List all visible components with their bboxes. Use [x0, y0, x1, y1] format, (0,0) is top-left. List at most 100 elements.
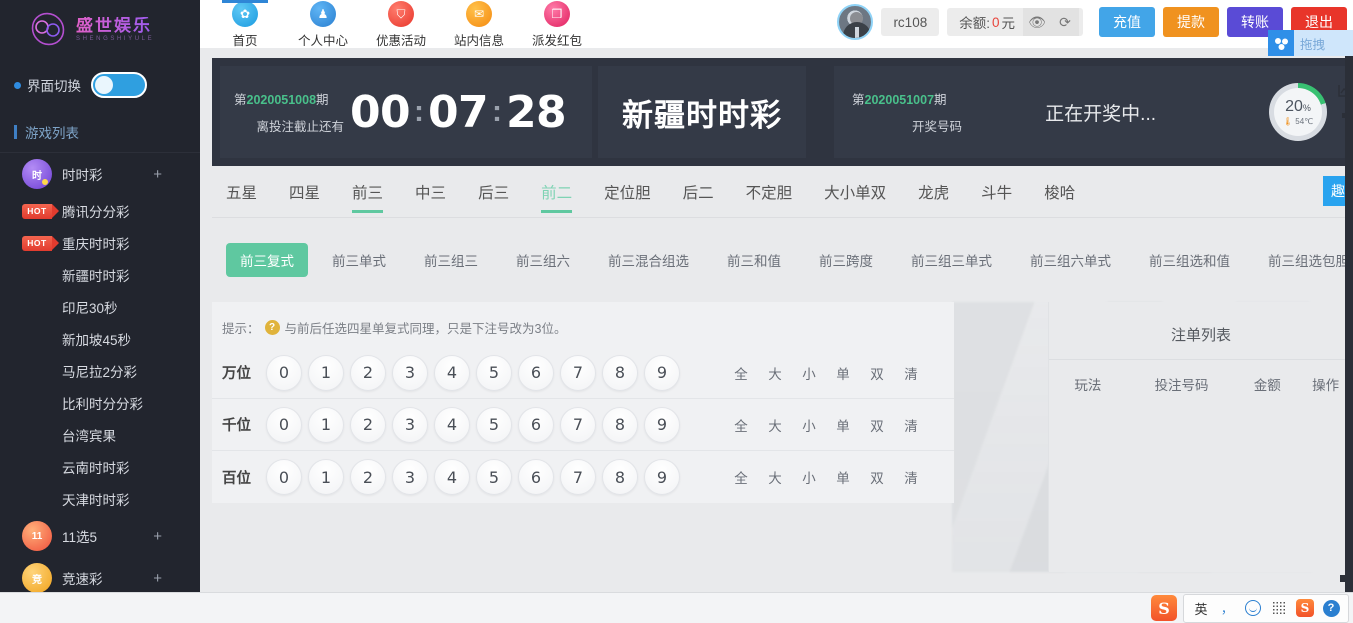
ball-8[interactable]: 8: [602, 407, 638, 443]
ime-mode-chinese[interactable]: 英: [1188, 597, 1214, 619]
ball-1[interactable]: 1: [308, 459, 344, 495]
ime-keyboard-icon[interactable]: [1266, 597, 1292, 619]
quick-all[interactable]: 全: [724, 467, 758, 487]
quick-small[interactable]: 小: [792, 467, 826, 487]
nav-user-center[interactable]: ♟ 个人中心: [284, 0, 362, 49]
ball-6[interactable]: 6: [518, 459, 554, 495]
ball-8[interactable]: 8: [602, 459, 638, 495]
tab-longhu[interactable]: 龙虎: [918, 171, 949, 213]
tab-zhongsan[interactable]: 中三: [415, 171, 446, 213]
quick-odd[interactable]: 单: [826, 363, 860, 383]
subtab-qiansan-fushi[interactable]: 前三复式: [226, 243, 308, 277]
nav-promotions[interactable]: ⛉ 优惠活动: [362, 0, 440, 49]
ball-0[interactable]: 0: [266, 407, 302, 443]
quick-even[interactable]: 双: [860, 363, 894, 383]
ime-help-icon[interactable]: ?: [1318, 597, 1344, 619]
quick-clear[interactable]: 清: [894, 363, 928, 383]
recharge-button[interactable]: 充值: [1099, 7, 1155, 37]
sidebar-group-11x5[interactable]: 11 11选5 +: [0, 515, 200, 557]
sidebar-item-manila2[interactable]: 马尼拉2分彩: [0, 355, 200, 387]
ball-7[interactable]: 7: [560, 459, 596, 495]
subtab-qiansan-zusan[interactable]: 前三组三: [410, 243, 492, 277]
ball-6[interactable]: 6: [518, 355, 554, 391]
interface-switch-toggle[interactable]: [91, 72, 147, 98]
eye-icon[interactable]: 👁: [1023, 8, 1051, 36]
quick-big[interactable]: 大: [758, 363, 792, 383]
quick-clear[interactable]: 清: [894, 467, 928, 487]
sidebar-item-singapore45[interactable]: 新加坡45秒: [0, 323, 200, 355]
sidebar-item-tencent[interactable]: HOT 腾讯分分彩: [0, 195, 200, 227]
quick-all[interactable]: 全: [724, 363, 758, 383]
ball-2[interactable]: 2: [350, 459, 386, 495]
ball-0[interactable]: 0: [266, 459, 302, 495]
ball-0[interactable]: 0: [266, 355, 302, 391]
sidebar-item-taiwan-bingo[interactable]: 台湾宾果: [0, 419, 200, 451]
nav-messages[interactable]: ✉ 站内信息: [440, 0, 518, 49]
tab-dingweidan[interactable]: 定位胆: [604, 171, 651, 213]
ball-5[interactable]: 5: [476, 355, 512, 391]
ball-1[interactable]: 1: [308, 355, 344, 391]
quick-big[interactable]: 大: [758, 415, 792, 435]
ball-2[interactable]: 2: [350, 355, 386, 391]
ball-2[interactable]: 2: [350, 407, 386, 443]
sidebar-item-chongqing[interactable]: HOT 重庆时时彩: [0, 227, 200, 259]
user-avatar[interactable]: [837, 4, 873, 40]
ball-6[interactable]: 6: [518, 407, 554, 443]
subtab-qiansan-zusandanshi[interactable]: 前三组三单式: [897, 243, 1006, 277]
tab-houer[interactable]: 后二: [683, 171, 714, 213]
quick-small[interactable]: 小: [792, 415, 826, 435]
ball-8[interactable]: 8: [602, 355, 638, 391]
withdraw-button[interactable]: 提款: [1163, 7, 1219, 37]
ball-4[interactable]: 4: [434, 407, 470, 443]
sidebar-item-yunnan[interactable]: 云南时时彩: [0, 451, 200, 483]
expand-icon[interactable]: +: [153, 571, 162, 586]
ball-9[interactable]: 9: [644, 355, 680, 391]
ball-5[interactable]: 5: [476, 459, 512, 495]
quick-even[interactable]: 双: [860, 415, 894, 435]
quick-even[interactable]: 双: [860, 467, 894, 487]
ball-4[interactable]: 4: [434, 459, 470, 495]
tab-qiansan[interactable]: 前三: [352, 171, 383, 213]
ball-9[interactable]: 9: [644, 407, 680, 443]
subtab-qiansan-zuxuanbaodan[interactable]: 前三组选包胆: [1254, 243, 1353, 277]
ball-3[interactable]: 3: [392, 459, 428, 495]
question-mark-icon[interactable]: ?: [265, 320, 280, 335]
subtab-qiansan-kuadu[interactable]: 前三跨度: [805, 243, 887, 277]
brand-logo[interactable]: 盛世娱乐 SHENGSHIYULE: [0, 0, 200, 58]
ball-7[interactable]: 7: [560, 407, 596, 443]
sidebar-item-xinjiang[interactable]: 新疆时时彩: [0, 259, 200, 291]
subtab-qiansan-hezhi[interactable]: 前三和值: [713, 243, 795, 277]
tab-daxiaodanshuang[interactable]: 大小单双: [824, 171, 886, 213]
sidebar-item-tianjin[interactable]: 天津时时彩: [0, 483, 200, 515]
sidebar-group-ssc[interactable]: 时 时时彩 +: [0, 153, 200, 195]
tab-suoha[interactable]: 梭哈: [1044, 171, 1075, 213]
quick-odd[interactable]: 单: [826, 467, 860, 487]
ball-9[interactable]: 9: [644, 459, 680, 495]
tab-budingdan[interactable]: 不定胆: [746, 171, 793, 213]
tab-wuxing[interactable]: 五星: [226, 171, 257, 213]
ball-7[interactable]: 7: [560, 355, 596, 391]
nav-home[interactable]: ✿ 首页: [206, 0, 284, 49]
subtab-qiansan-hunhezuxuan[interactable]: 前三混合组选: [594, 243, 703, 277]
expand-icon[interactable]: +: [153, 167, 162, 182]
tab-qianer[interactable]: 前二: [541, 171, 572, 213]
expand-icon[interactable]: +: [153, 529, 162, 544]
quick-big[interactable]: 大: [758, 467, 792, 487]
subtab-qiansan-zuliu[interactable]: 前三组六: [502, 243, 584, 277]
subtab-qiansan-zuxuanhezhi[interactable]: 前三组选和值: [1135, 243, 1244, 277]
ball-1[interactable]: 1: [308, 407, 344, 443]
sogou-logo-icon[interactable]: S: [1151, 595, 1177, 621]
tab-douniu[interactable]: 斗牛: [981, 171, 1012, 213]
ball-4[interactable]: 4: [434, 355, 470, 391]
tab-housan[interactable]: 后三: [478, 171, 509, 213]
quick-odd[interactable]: 单: [826, 415, 860, 435]
ime-punctuation-icon[interactable]: ，: [1214, 597, 1240, 619]
quick-small[interactable]: 小: [792, 363, 826, 383]
ball-5[interactable]: 5: [476, 407, 512, 443]
ball-3[interactable]: 3: [392, 355, 428, 391]
drag-widget[interactable]: 拖拽: [1268, 30, 1353, 56]
cpu-gauge-widget[interactable]: 20% 🌡 54℃: [1269, 83, 1327, 141]
ime-sogou-icon[interactable]: S: [1292, 597, 1318, 619]
subtab-qiansan-zuliudanshi[interactable]: 前三组六单式: [1016, 243, 1125, 277]
ime-emoji-icon[interactable]: [1240, 597, 1266, 619]
